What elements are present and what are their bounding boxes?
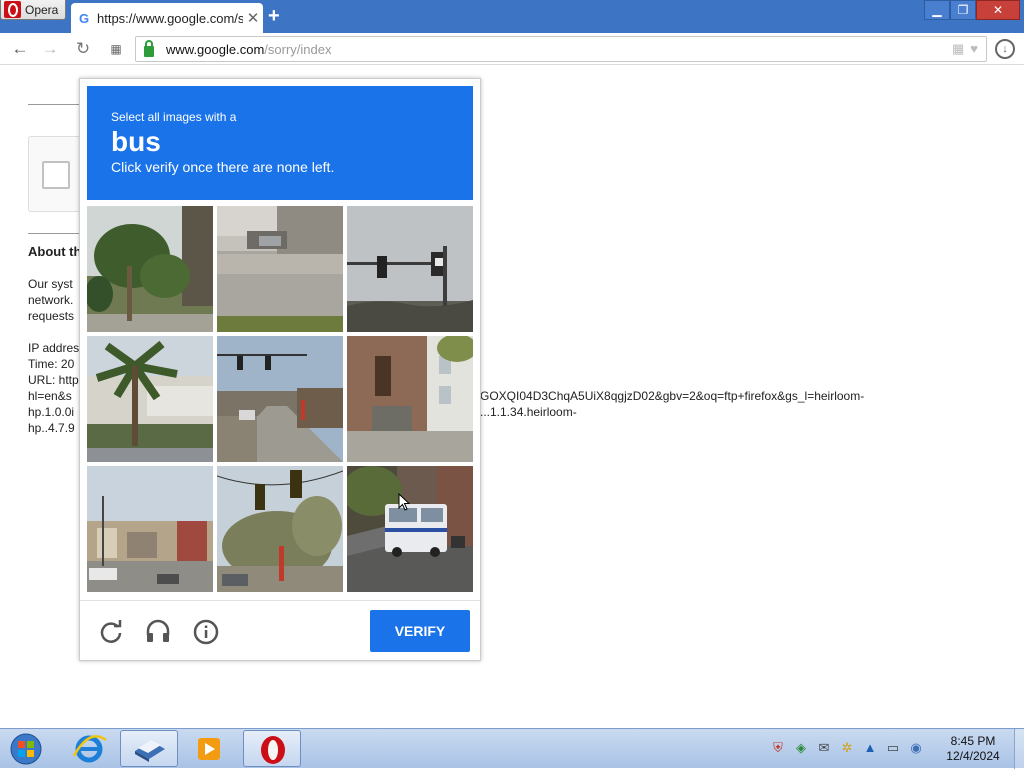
challenge-header: Select all images with a bus Click verif… (87, 86, 473, 200)
url-line: URL: http (28, 373, 79, 387)
tab-close-icon[interactable]: ✕ (243, 9, 263, 27)
image-tile-brick-row-houses[interactable] (347, 336, 473, 462)
url-tail-text: GOXQI04D3ChqA5UiX8qgjzD02&gbv=2&oq=ftp+f… (480, 388, 864, 420)
taskbar-opera[interactable] (243, 730, 301, 767)
image-tile-traffic-light-sky[interactable] (347, 206, 473, 332)
taskbar-library[interactable] (120, 730, 178, 767)
opera-logo-icon (4, 1, 21, 18)
puzzle-icon[interactable]: ✲ (839, 740, 855, 756)
forward-arrow-icon[interactable]: → (40, 39, 60, 59)
google-favicon-icon: G (79, 10, 90, 26)
url-host: www.google.com (166, 41, 265, 57)
challenge-footer: VERIFY (80, 600, 480, 660)
time-line: Time: 20 (28, 357, 75, 371)
browser-tab[interactable]: G https://www.google.com/sorry/index ✕ (71, 3, 263, 33)
download-icon[interactable]: ↓ (995, 39, 1015, 59)
secure-lock-icon (144, 39, 154, 57)
network-globe-icon[interactable]: ◈ (793, 740, 809, 756)
image-grid (87, 206, 475, 594)
bluetooth-icon[interactable]: ▲ (862, 740, 878, 756)
opera-menu-label: Opera (25, 2, 59, 17)
image-tile-palm-tree-hillside[interactable] (87, 336, 213, 462)
verify-button[interactable]: VERIFY (370, 610, 470, 652)
image-tile-parking-lot-cars[interactable] (217, 206, 343, 332)
bookmark-heart-icon[interactable]: ♥ (970, 41, 978, 57)
request-info: IP addres Time: 20 URL: http hl=en&s hp.… (28, 340, 83, 436)
window-controls: ▁ ❐ ✕ (924, 0, 1020, 20)
clock-time: 8:45 PM (950, 734, 996, 748)
instruction-prefix: Select all images with a (111, 110, 237, 124)
taskbar-media-player[interactable] (180, 730, 238, 767)
image-tile-street-traffic-lights[interactable] (217, 336, 343, 462)
image-tile-traffic-lights-trees[interactable] (217, 466, 343, 592)
system-tray: ⛨ ◈ ✉ ✲ ▲ ▭ ◉ (770, 740, 924, 756)
recaptcha-challenge: Select all images with a bus Click verif… (79, 78, 481, 661)
instruction-suffix: Click verify once there are none left. (111, 159, 335, 175)
start-button[interactable] (4, 731, 48, 767)
reload-icon[interactable]: ↻ (73, 39, 93, 59)
image-tile-palm-trees-street[interactable] (87, 206, 213, 332)
grid-view-icon[interactable]: ▦ (952, 41, 964, 57)
audio-challenge-icon[interactable] (145, 619, 171, 645)
action-center-icon[interactable]: ◉ (908, 740, 924, 756)
taskbar-clock[interactable]: 8:45 PM 12/4/2024 (940, 734, 1006, 764)
taskbar-internet-explorer[interactable] (60, 730, 118, 767)
back-arrow-icon[interactable]: ← (10, 39, 30, 59)
mouse-pointer-icon (398, 492, 411, 516)
image-tile-street-with-bus[interactable] (347, 466, 473, 592)
address-toolbar: ← → ↻ ▦ www.google.com /sorry/index ▦ ♥ … (0, 33, 1024, 65)
url-tail-line: GOXQI04D3ChqA5UiX8qgjzD02&gbv=2&oq=ftp+f… (480, 389, 865, 403)
media-player-icon (198, 738, 220, 760)
speed-dial-icon[interactable]: ▦ (106, 39, 126, 59)
url-line: hp..4.7.9 (28, 421, 75, 435)
chat-bubble-icon[interactable]: ✉ (816, 740, 832, 756)
url-line: hl=en&s (28, 389, 72, 403)
about-heading: About th (28, 244, 82, 259)
monitor-icon[interactable]: ▭ (885, 740, 901, 756)
url-line: hp.1.0.0i (28, 405, 75, 419)
tab-title: https://www.google.com/sorry/index (97, 10, 243, 26)
clock-date: 12/4/2024 (946, 749, 1000, 763)
shield-icon[interactable]: ⛨ (770, 740, 786, 756)
url-tail-line: ...1.1.34.heirloom- (480, 405, 577, 419)
info-icon[interactable] (193, 619, 219, 645)
library-icon (135, 740, 165, 762)
address-bar[interactable]: www.google.com /sorry/index ▦ ♥ (135, 36, 987, 62)
internet-explorer-icon (72, 735, 107, 763)
restore-button[interactable]: ❐ (950, 0, 976, 20)
browser-titlebar: Opera G https://www.google.com/sorry/ind… (0, 0, 1024, 33)
opera-icon (261, 736, 285, 764)
show-desktop-button[interactable] (1014, 729, 1024, 769)
new-tab-button[interactable]: + (268, 6, 280, 26)
opera-menu-button[interactable]: Opera (0, 0, 66, 20)
window-close-button[interactable]: ✕ (976, 0, 1020, 20)
image-tile-town-street-view[interactable] (87, 466, 213, 592)
refresh-icon[interactable] (98, 619, 124, 645)
url-path: /sorry/index (264, 41, 332, 57)
windows-taskbar: ⛨ ◈ ✉ ✲ ▲ ▭ ◉ 8:45 PM 12/4/2024 (0, 728, 1024, 769)
challenge-keyword: bus (111, 126, 161, 157)
ip-address-line: IP addres (28, 341, 80, 355)
minimize-button[interactable]: ▁ (924, 0, 950, 20)
recaptcha-checkbox[interactable] (42, 161, 70, 189)
